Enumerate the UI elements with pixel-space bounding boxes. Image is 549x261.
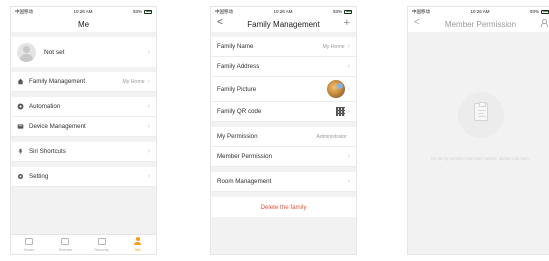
row-value: Administrator	[316, 133, 347, 140]
carrier-text: 中国移动	[215, 8, 233, 14]
member-permission-screen: 中国移动 10:26 AM 93% < Member Permission No…	[407, 6, 549, 255]
battery-icon	[344, 9, 352, 14]
profile-row[interactable]: Not set ›	[11, 37, 156, 67]
delete-family-button[interactable]: Delete the family	[211, 197, 356, 217]
tab-home[interactable]: Home	[11, 235, 47, 254]
battery-icon	[144, 9, 152, 14]
page-title: Family Management	[247, 19, 320, 29]
row-label: Family Address	[217, 63, 260, 70]
tab-security[interactable]: Security	[84, 235, 120, 254]
menu-item-setting[interactable]: Setting ›	[11, 167, 156, 187]
family-picture-thumbnail	[326, 80, 345, 98]
chevron-right-icon: ›	[147, 148, 150, 155]
status-bar: 中国移动 10:26 AM 93%	[211, 7, 356, 16]
row-label: Family Picture	[217, 85, 257, 93]
nav-bar: Me	[11, 16, 156, 32]
menu-item-automation[interactable]: Automation ›	[11, 97, 156, 117]
carrier-text: 中国移动	[15, 8, 33, 14]
menu-item-label: Setting	[29, 173, 49, 180]
chevron-right-icon: ›	[347, 108, 350, 115]
avatar	[17, 42, 36, 62]
person-tab-icon	[134, 237, 142, 245]
row-family-address[interactable]: Family Address ›	[211, 57, 356, 77]
row-label: Member Permission	[217, 153, 273, 160]
home-icon	[17, 78, 24, 85]
menu-item-family-management[interactable]: Family Management My Home ›	[11, 72, 156, 92]
menu-item-siri-shortcuts[interactable]: Siri Shortcuts ›	[11, 142, 156, 162]
tab-me[interactable]: Me	[120, 235, 156, 254]
add-member-person-icon[interactable]	[540, 19, 548, 27]
back-button[interactable]: <	[217, 17, 223, 28]
row-my-permission: My Permission Administrator	[211, 127, 356, 147]
automation-icon	[17, 103, 24, 110]
row-label: Family QR code	[217, 108, 262, 115]
tab-label: Scenes	[58, 246, 73, 252]
tab-bar: Home Scenes Security Me	[11, 234, 156, 254]
row-family-picture[interactable]: Family Picture ›	[211, 77, 356, 102]
row-value: My Home	[322, 43, 345, 50]
me-screen: 中国移动 10:26 AM 93% Me Not set › Family Ma…	[10, 6, 157, 255]
clock-text: 10:26 AM	[73, 9, 93, 14]
row-label: Room Management	[217, 178, 272, 185]
row-label: Family Name	[217, 43, 254, 50]
empty-state: No family member has been added, please …	[408, 32, 549, 254]
menu-item-label: Device Management	[29, 123, 86, 130]
nav-bar: < Family Management +	[211, 16, 356, 32]
chevron-right-icon: ›	[347, 153, 350, 160]
row-room-management[interactable]: Room Management ›	[211, 172, 356, 192]
tab-label: Home	[23, 246, 35, 252]
menu-item-label: Automation	[29, 103, 61, 110]
clock-text: 10:26 AM	[273, 9, 293, 14]
chevron-right-icon: ›	[347, 43, 350, 50]
row-label: My Permission	[217, 133, 258, 140]
status-bar: 中国移动 10:26 AM 93%	[408, 7, 549, 16]
menu-item-device-management[interactable]: Device Management ›	[11, 117, 156, 137]
row-family-qr[interactable]: Family QR code ›	[211, 102, 356, 122]
row-family-name[interactable]: Family Name My Home ›	[211, 37, 356, 57]
menu-item-label: Siri Shortcuts	[29, 148, 66, 155]
nav-bar: < Member Permission	[408, 16, 549, 32]
battery-icon	[541, 9, 549, 14]
page-title: Me	[77, 19, 90, 29]
clock-text: 10:26 AM	[470, 9, 490, 14]
row-member-permission[interactable]: Member Permission ›	[211, 147, 356, 167]
empty-state-message: No family member has been added, please …	[431, 156, 530, 161]
clipboard-icon	[458, 92, 504, 138]
status-bar: 中国移动 10:26 AM 93%	[11, 7, 156, 16]
profile-name: Not set	[44, 48, 65, 56]
menu-item-value: My Home	[122, 78, 145, 85]
gear-icon	[17, 173, 24, 180]
page-title: Member Permission	[444, 19, 517, 29]
battery-text: 93%	[332, 9, 342, 14]
add-button[interactable]: +	[344, 17, 350, 29]
chevron-right-icon: ›	[147, 123, 150, 130]
siri-icon	[18, 148, 23, 155]
menu-item-label: Family Management	[29, 78, 86, 85]
chevron-right-icon: ›	[147, 173, 150, 180]
chevron-right-icon: ›	[347, 63, 350, 70]
tab-label: Security	[94, 246, 109, 252]
battery-text: 93%	[529, 9, 539, 14]
device-icon	[17, 124, 24, 129]
tab-label: Me	[135, 247, 141, 252]
family-management-screen: 中国移动 10:26 AM 93% < Family Management + …	[210, 6, 357, 255]
chevron-right-icon: ›	[147, 48, 150, 56]
home-tab-icon	[25, 237, 34, 245]
tab-scenes[interactable]: Scenes	[47, 235, 83, 254]
scenes-tab-icon	[61, 237, 70, 245]
chevron-right-icon: ›	[147, 103, 150, 110]
battery-text: 93%	[132, 9, 142, 14]
back-button[interactable]: <	[414, 17, 420, 28]
shield-tab-icon	[97, 237, 106, 245]
carrier-text: 中国移动	[412, 8, 430, 14]
chevron-right-icon: ›	[147, 78, 150, 85]
chevron-right-icon: ›	[347, 85, 350, 93]
qr-code-icon	[335, 107, 345, 116]
chevron-right-icon: ›	[347, 178, 350, 185]
